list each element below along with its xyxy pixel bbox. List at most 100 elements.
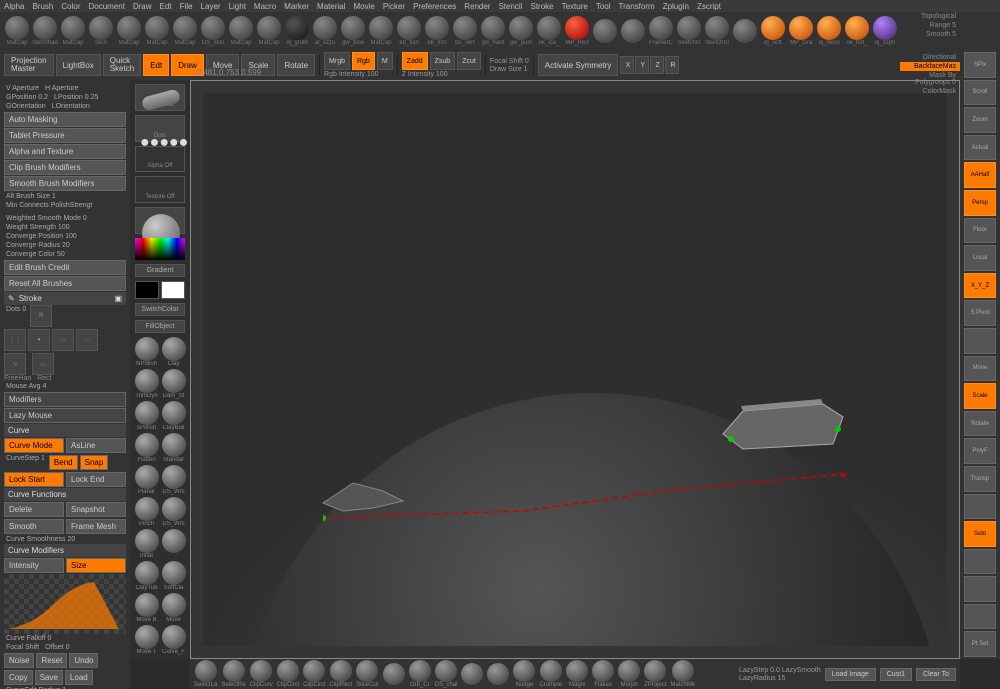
cust1-button[interactable]: Cust1 bbox=[880, 668, 912, 681]
matcap-swatch[interactable] bbox=[789, 16, 813, 40]
menu-item[interactable]: Light bbox=[229, 2, 246, 11]
brush-ball[interactable] bbox=[135, 561, 159, 585]
right-shelf-button-aahalf[interactable]: AAHalf bbox=[964, 162, 996, 188]
gposition-slider[interactable]: GPosition 0.2 bbox=[4, 93, 50, 102]
right-shelf-button-persp[interactable]: Persp bbox=[964, 190, 996, 216]
matcap-swatch[interactable] bbox=[453, 16, 477, 40]
lock-end-button[interactable]: Lock End bbox=[66, 472, 126, 487]
bottom-brush[interactable] bbox=[435, 660, 457, 682]
menu-item[interactable]: Movie bbox=[354, 2, 375, 11]
right-shelf-button-transp[interactable]: Transp bbox=[964, 466, 996, 492]
menu-item[interactable]: Preferences bbox=[413, 2, 456, 11]
brush-ball[interactable] bbox=[162, 369, 186, 393]
brush-thumb-hair[interactable]: Hair_Tube bbox=[135, 84, 185, 111]
right-shelf-button-[interactable] bbox=[964, 494, 996, 520]
backface-mask-button[interactable]: BackfaceMas bbox=[900, 62, 960, 71]
bottom-brush[interactable] bbox=[277, 660, 299, 682]
matcap-swatch[interactable] bbox=[33, 16, 57, 40]
menu-item[interactable]: Zplugin bbox=[663, 2, 689, 11]
matcap-swatch[interactable] bbox=[145, 16, 169, 40]
right-shelf-button-x_y_z[interactable]: X_Y_Z bbox=[964, 273, 996, 299]
brush-ball[interactable] bbox=[135, 433, 159, 457]
matcap-swatch[interactable] bbox=[341, 16, 365, 40]
brush-ball[interactable] bbox=[162, 401, 186, 425]
size-button[interactable]: Size bbox=[66, 558, 126, 573]
alt-brush-size-slider[interactable]: Alt Brush Size 1 bbox=[4, 192, 126, 201]
menu-item[interactable]: Color bbox=[61, 2, 80, 11]
right-shelf-button-spix[interactable]: SPix bbox=[964, 52, 996, 78]
right-shelf-button-rotate[interactable]: Rotate bbox=[964, 411, 996, 437]
alpha-thumb[interactable]: Alpha Off bbox=[135, 146, 185, 173]
lorientation-slider[interactable]: LOrientation bbox=[50, 102, 92, 111]
texture-thumb[interactable]: Texture Off bbox=[135, 176, 185, 203]
matcap-swatch[interactable] bbox=[5, 16, 29, 40]
menu-item[interactable]: Tool bbox=[596, 2, 611, 11]
bottom-brush[interactable] bbox=[250, 660, 272, 682]
menu-item[interactable]: Material bbox=[317, 2, 345, 11]
directional-button[interactable]: Directional bbox=[900, 53, 960, 62]
stroke-header[interactable]: ✎Stroke▣ bbox=[4, 292, 126, 305]
as-line-button[interactable]: AsLine bbox=[66, 438, 126, 453]
matcap-swatch[interactable] bbox=[117, 16, 141, 40]
converge-position-slider[interactable]: Converge Position 100 bbox=[4, 232, 126, 241]
reset-button[interactable]: Reset bbox=[36, 653, 67, 668]
matcap-swatch[interactable] bbox=[593, 19, 617, 43]
menu-item[interactable]: File bbox=[180, 2, 193, 11]
matcap-swatch[interactable] bbox=[649, 16, 673, 40]
noise-button[interactable]: Noise bbox=[4, 653, 34, 668]
menu-item[interactable]: Stencil bbox=[498, 2, 522, 11]
smooth-brush-mod-section[interactable]: Smooth Brush Modifiers bbox=[4, 176, 126, 191]
matcap-swatch[interactable] bbox=[313, 16, 337, 40]
right-shelf-button-polyf[interactable]: PolyF bbox=[964, 438, 996, 464]
lazystep-slider[interactable]: LazyStep 0.0 LazySmooth bbox=[739, 667, 821, 674]
brush-ball[interactable] bbox=[162, 433, 186, 457]
freehand-icon[interactable]: ∿ bbox=[4, 353, 26, 375]
bottom-brush[interactable] bbox=[618, 660, 640, 682]
mrgb-button[interactable]: Mrgb bbox=[324, 52, 350, 70]
bottom-brush[interactable] bbox=[330, 660, 352, 682]
right-shelf-button-scale[interactable]: Scale bbox=[964, 383, 996, 409]
brush-ball[interactable] bbox=[162, 625, 186, 649]
bottom-brush[interactable] bbox=[566, 660, 588, 682]
lazyradius-slider[interactable]: LazyRadius 15 bbox=[739, 675, 821, 682]
menu-item[interactable]: Layer bbox=[201, 2, 221, 11]
right-shelf-button-scroll[interactable]: Scroll bbox=[964, 80, 996, 106]
matcap-swatch[interactable] bbox=[173, 16, 197, 40]
copy-button[interactable]: Copy bbox=[4, 670, 33, 685]
stroke-dragrec-icon[interactable]: ▭ bbox=[52, 329, 74, 351]
material-thumb[interactable]: gw_pewter bbox=[135, 207, 185, 234]
zadd-button[interactable]: Zadd bbox=[402, 52, 428, 70]
bottom-brush[interactable] bbox=[303, 660, 325, 682]
converge-color-slider[interactable]: Converge Color 50 bbox=[4, 250, 126, 259]
sym-y-button[interactable]: Y bbox=[635, 56, 649, 74]
menu-item[interactable]: Picker bbox=[383, 2, 405, 11]
color-picker[interactable] bbox=[135, 238, 185, 260]
gradient-button[interactable]: Gradient bbox=[135, 264, 185, 277]
colormask-button[interactable]: ColorMask bbox=[900, 87, 960, 96]
matcap-swatch[interactable] bbox=[285, 16, 309, 40]
draw-size-slider[interactable]: Draw Size 1 bbox=[490, 66, 529, 73]
matcap-swatch[interactable] bbox=[425, 16, 449, 40]
brush-ball[interactable] bbox=[162, 593, 186, 617]
fill-object-button[interactable]: FillObject bbox=[135, 320, 185, 333]
menu-item[interactable]: Macro bbox=[254, 2, 276, 11]
brush-ball[interactable] bbox=[135, 401, 159, 425]
matcap-swatch[interactable] bbox=[397, 16, 421, 40]
activate-symmetry-button[interactable]: Activate Symmetry bbox=[538, 54, 619, 76]
converge-radius-slider[interactable]: Converge Radius 20 bbox=[4, 241, 126, 250]
menu-item[interactable]: Render bbox=[464, 2, 490, 11]
edit-button[interactable]: Edt bbox=[143, 54, 169, 76]
curve-falloff-slider[interactable]: Curve Falloff 0 bbox=[4, 634, 126, 643]
r-toggle[interactable]: R bbox=[30, 305, 52, 327]
menu-item[interactable]: Texture bbox=[562, 2, 588, 11]
bottom-brush[interactable] bbox=[195, 660, 217, 682]
menu-item[interactable]: Alpha bbox=[4, 2, 24, 11]
matcap-swatch[interactable] bbox=[537, 16, 561, 40]
v-aperture-slider[interactable]: V Aperture bbox=[4, 84, 41, 93]
min-connects-slider[interactable]: Min Connects PolishStrengt bbox=[4, 201, 126, 210]
right-shelf-button-actual[interactable]: Actual bbox=[964, 135, 996, 161]
snap-button[interactable]: Snap bbox=[80, 455, 109, 470]
stroke-thumb-dots[interactable]: Dots●●●●● bbox=[135, 115, 185, 142]
range-slider[interactable]: Range 5 bbox=[900, 21, 960, 30]
matcap-swatch[interactable] bbox=[845, 16, 869, 40]
